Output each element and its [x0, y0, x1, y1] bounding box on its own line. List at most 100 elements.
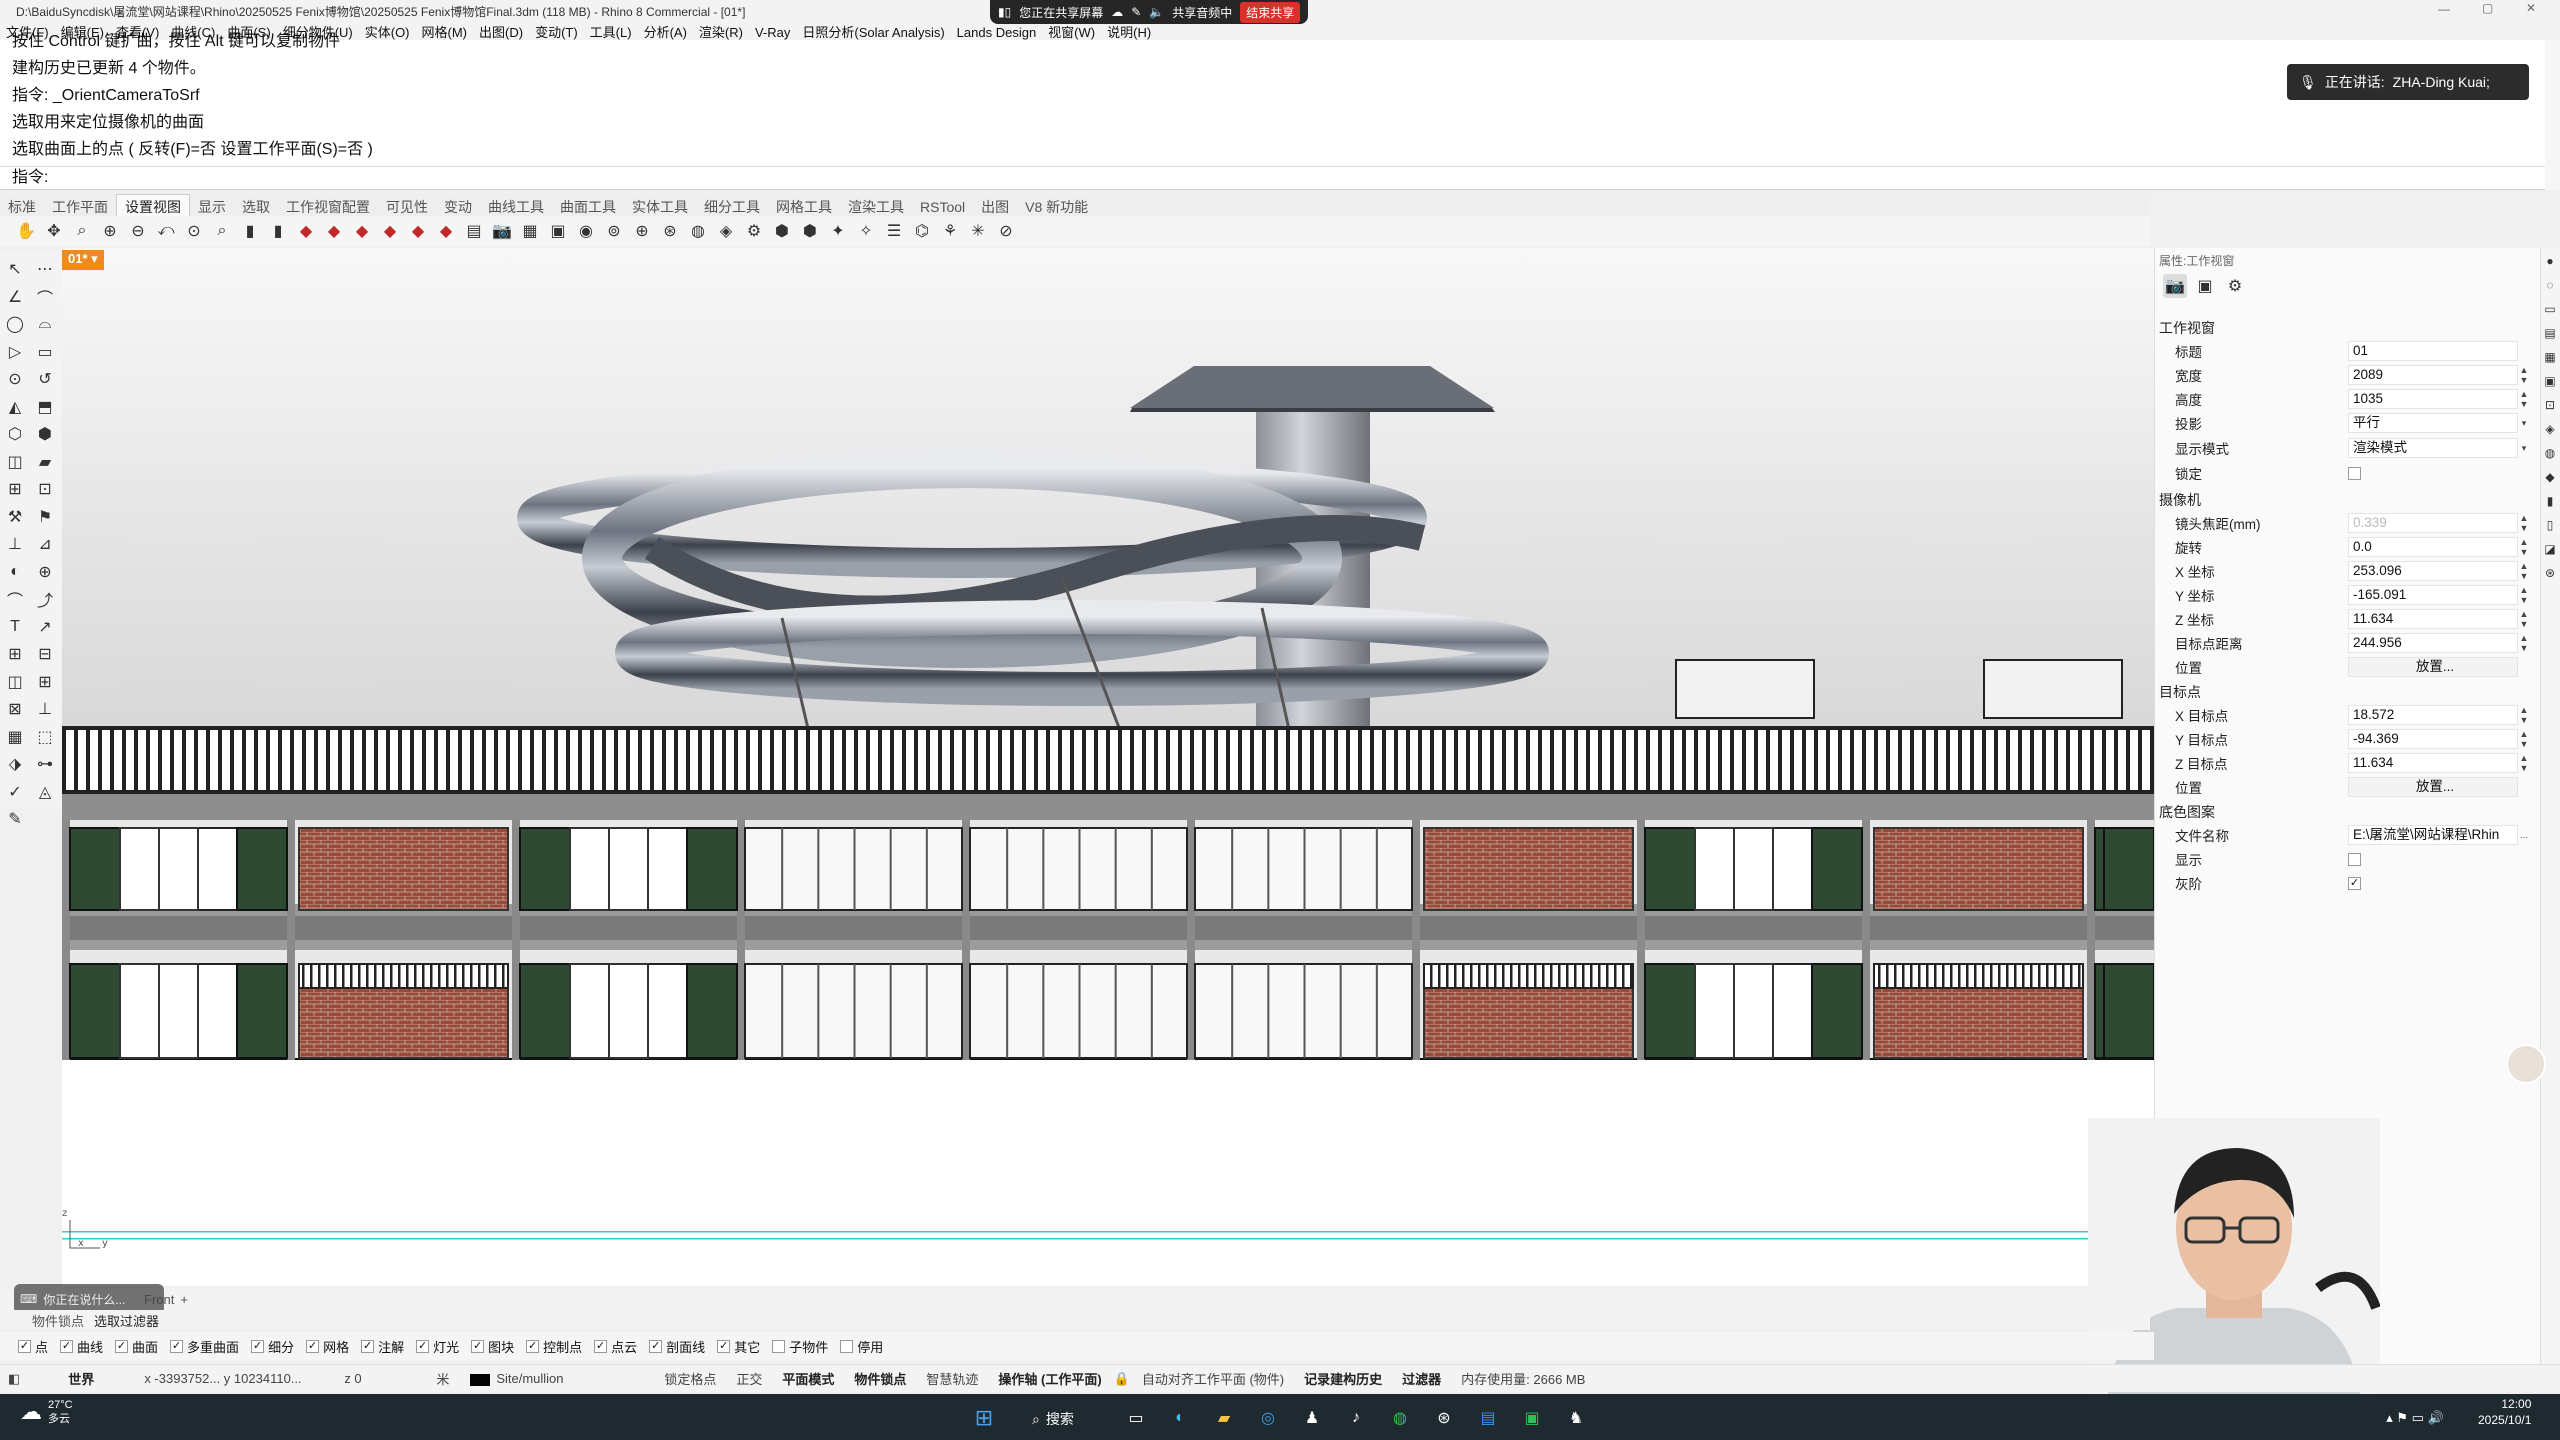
toolbar-tab[interactable]: 实体工具 — [624, 195, 696, 217]
panel-tab-icon[interactable]: ◌ — [2541, 274, 2559, 296]
curve-icon[interactable]: ⌒ — [32, 284, 58, 310]
snap-icon[interactable]: ⊠ — [2, 696, 28, 722]
sun-icon[interactable]: ◍ — [686, 219, 710, 243]
polygon-icon[interactable]: ▷ — [2, 339, 28, 365]
filter-checkbox[interactable]: ✓ — [594, 1339, 608, 1353]
target-x-field[interactable]: 18.572 — [2348, 705, 2518, 725]
car-icon[interactable]: ◆ — [434, 219, 458, 243]
pause-icon[interactable]: ☁ — [1111, 5, 1123, 19]
zoom-icon[interactable]: ⌕ — [70, 219, 94, 243]
move-icon[interactable]: ↗ — [32, 614, 58, 640]
settings-icon[interactable]: ⚙ — [742, 219, 766, 243]
show-checkbox[interactable] — [2348, 852, 2361, 866]
viewport-icon[interactable]: ▣ — [2193, 274, 2217, 298]
analyze-icon[interactable]: ⊶ — [32, 751, 58, 777]
circle-icon[interactable]: ◯ — [2, 311, 28, 337]
surface-tool-icon[interactable]: ▰ — [32, 449, 58, 475]
camera-path-icon[interactable]: ▤ — [462, 219, 486, 243]
rectangle-icon[interactable]: ▭ — [32, 339, 58, 365]
viewport-01[interactable]: z x y — [62, 248, 2154, 1286]
filter-item[interactable]: 子物件 — [772, 1337, 828, 1356]
panel-tab-icon[interactable]: ▣ — [2541, 370, 2559, 392]
planar-toggle[interactable]: 平面模式 — [772, 1369, 844, 1388]
block-icon[interactable]: ⬚ — [32, 724, 58, 750]
ortho-toggle[interactable]: 正交 — [726, 1369, 772, 1388]
smarttrack-toggle[interactable]: 智慧轨迹 — [916, 1369, 988, 1388]
filter-checkbox[interactable]: ✓ — [60, 1339, 74, 1353]
walk-icon[interactable]: ⊕ — [630, 219, 654, 243]
locked-checkbox[interactable] — [2348, 466, 2361, 480]
zoom-target-icon[interactable]: ⌕ — [210, 219, 234, 243]
viewport-title-tab[interactable]: 01* ▾ — [62, 250, 104, 270]
panel-tab-icon[interactable]: ◈ — [2541, 418, 2559, 440]
panel-tab-icon[interactable]: ◍ — [2541, 442, 2559, 464]
osnap-toggle[interactable]: 物件锁点 — [844, 1369, 916, 1388]
filter-item[interactable]: ✓ 网格 — [306, 1337, 349, 1356]
car-icon[interactable]: ◆ — [378, 219, 402, 243]
panel-tab-icon[interactable]: ▯ — [2541, 514, 2559, 536]
camz-field[interactable]: 11.634 — [2348, 609, 2518, 629]
panel-tab-icon[interactable]: ▦ — [2541, 346, 2559, 368]
rotate-icon[interactable]: ✥ — [42, 219, 66, 243]
toolbar-tab[interactable]: 设置视图 — [116, 194, 190, 217]
polyline-icon[interactable]: ∠ — [2, 284, 28, 310]
list-icon[interactable]: ☰ — [882, 219, 906, 243]
camz-spinner[interactable]: ▲ ▼ — [2518, 609, 2530, 629]
title-field[interactable]: 01 — [2348, 341, 2518, 361]
viewport-props-icon[interactable]: ▮ — [266, 219, 290, 243]
taskbar-search[interactable]: ⌕ 搜索 — [1032, 1404, 1074, 1434]
end-share-button[interactable]: 结束共享 — [1240, 1, 1301, 23]
start-icon[interactable]: ⊞ — [970, 1404, 998, 1432]
camy-field[interactable]: -165.091 — [2348, 585, 2518, 605]
filter-checkbox[interactable]: ✓ — [306, 1339, 320, 1353]
camera-icon[interactable]: 📷 — [490, 219, 514, 243]
named-view-icon[interactable]: ▮ — [238, 219, 262, 243]
camera-icon[interactable]: 📷 — [2163, 274, 2187, 298]
panel-tab-icon[interactable]: ● — [2541, 250, 2559, 272]
grayscale-checkbox[interactable]: ✓ — [2348, 876, 2361, 890]
shape-icon[interactable]: ⌬ — [910, 219, 934, 243]
toolbar-tab[interactable]: 曲面工具 — [552, 195, 624, 217]
toolbar-tab[interactable]: 渲染工具 — [840, 195, 912, 217]
boolean-icon[interactable]: ⊡ — [32, 476, 58, 502]
toolbar-tab[interactable]: 变动 — [436, 195, 480, 217]
camx-field[interactable]: 253.096 — [2348, 561, 2518, 581]
filter-item[interactable]: ✓ 细分 — [251, 1337, 294, 1356]
rhino-icon[interactable]: ♞ — [1562, 1404, 1590, 1432]
meeting-icon[interactable]: ▤ — [1474, 1404, 1502, 1432]
tab-osnap[interactable]: 物件锁点 — [32, 1311, 84, 1330]
sharing-status[interactable]: 您正在共享屏幕 — [1019, 4, 1103, 21]
pan-icon[interactable]: ✋ — [14, 219, 38, 243]
filter-checkbox[interactable]: ✓ — [416, 1339, 430, 1353]
array-icon[interactable]: ⊞ — [2, 641, 28, 667]
filter-checkbox[interactable]: ✓ — [115, 1339, 129, 1353]
tiktok-icon[interactable]: ♪ — [1342, 1404, 1370, 1432]
line-icon[interactable]: ⊥ — [2, 531, 28, 557]
filter-item[interactable]: ✓ 点云 — [594, 1337, 637, 1356]
sparkle-icon[interactable]: ✳ — [966, 219, 990, 243]
named-position-icon[interactable]: ▦ — [518, 219, 542, 243]
panel-toggle-icon[interactable]: ◧ — [0, 1371, 24, 1387]
focal-spinner[interactable]: ▲ ▼ — [2518, 513, 2530, 533]
offset-icon[interactable]: ⊕ — [32, 559, 58, 585]
filter-item[interactable]: ✓ 灯光 — [416, 1337, 459, 1356]
zoom-window-icon[interactable]: ⊕ — [98, 219, 122, 243]
filter-toggle[interactable]: 过滤器 — [1392, 1369, 1451, 1388]
light-icon[interactable]: ◈ — [714, 219, 738, 243]
cylinder-icon[interactable]: ◫ — [2, 449, 28, 475]
participant-avatar[interactable] — [2506, 1044, 2546, 1084]
target-y-spinner[interactable]: ▲ ▼ — [2518, 729, 2530, 749]
cube-icon[interactable]: ⬢ — [770, 219, 794, 243]
panel-tab-icon[interactable]: ◪ — [2541, 538, 2559, 560]
undo-view-icon[interactable]: ⤺ — [154, 219, 178, 243]
audio-status[interactable]: 共享音频中 — [1172, 4, 1232, 21]
focal-field[interactable]: 0.339 — [2348, 513, 2518, 533]
camera-place-button[interactable]: 放置... — [2348, 657, 2518, 677]
annotate-icon[interactable]: ✎ — [1131, 5, 1141, 19]
toolbar-tab[interactable]: 标准 — [0, 195, 44, 217]
filter-item[interactable]: ✓ 注解 — [361, 1337, 404, 1356]
filter-checkbox[interactable]: ✓ — [471, 1339, 485, 1353]
car-icon[interactable]: ◆ — [350, 219, 374, 243]
extrude-icon[interactable]: ⬒ — [32, 394, 58, 420]
toolbar-tab[interactable]: 曲线工具 — [480, 195, 552, 217]
